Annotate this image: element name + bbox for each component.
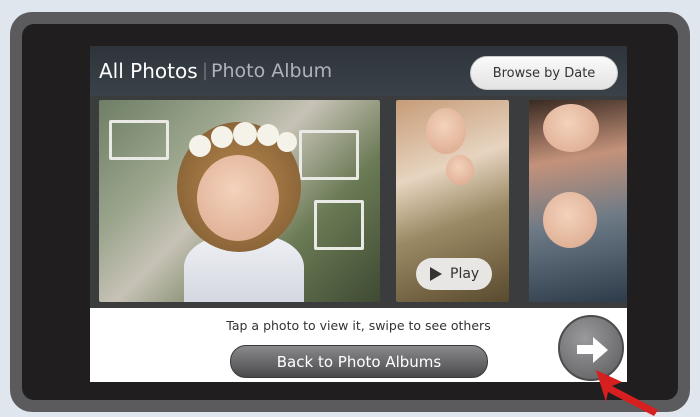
album-header: All Photos | Photo Album Browse by Date xyxy=(90,46,627,96)
photo-detail xyxy=(314,200,364,250)
photo-detail xyxy=(257,124,279,146)
photo-detail xyxy=(189,135,211,157)
photo-detail xyxy=(299,130,359,180)
page-title: All Photos xyxy=(99,59,198,83)
play-label: Play xyxy=(450,266,480,282)
photo-detail xyxy=(426,108,466,154)
swipe-hint: Tap a photo to view it, swipe to see oth… xyxy=(226,318,491,333)
photo-detail xyxy=(233,122,257,146)
album-footer: Tap a photo to view it, swipe to see oth… xyxy=(90,308,627,382)
photo-album-screen: All Photos | Photo Album Browse by Date … xyxy=(90,46,627,382)
red-arrow-pointer-icon xyxy=(596,370,658,416)
photo-detail xyxy=(543,192,597,248)
photo-detail xyxy=(197,155,279,241)
page-subtitle: Photo Album xyxy=(211,60,333,82)
photo-thumbnail-girl[interactable] xyxy=(99,100,380,302)
title-separator: | xyxy=(202,60,209,81)
arrow-right-icon-head xyxy=(593,337,608,363)
photo-thumbnail-baby[interactable] xyxy=(529,100,627,302)
photo-detail xyxy=(211,126,233,148)
video-thumbnail-family[interactable]: Play xyxy=(396,100,509,302)
photo-detail xyxy=(446,155,474,185)
photo-detail xyxy=(543,104,599,152)
photo-detail xyxy=(109,120,169,160)
back-to-albums-button[interactable]: Back to Photo Albums xyxy=(230,345,488,378)
play-icon xyxy=(430,267,442,281)
play-button[interactable]: Play xyxy=(416,258,492,290)
photo-detail xyxy=(277,132,297,152)
browse-by-date-button[interactable]: Browse by Date xyxy=(470,56,618,90)
